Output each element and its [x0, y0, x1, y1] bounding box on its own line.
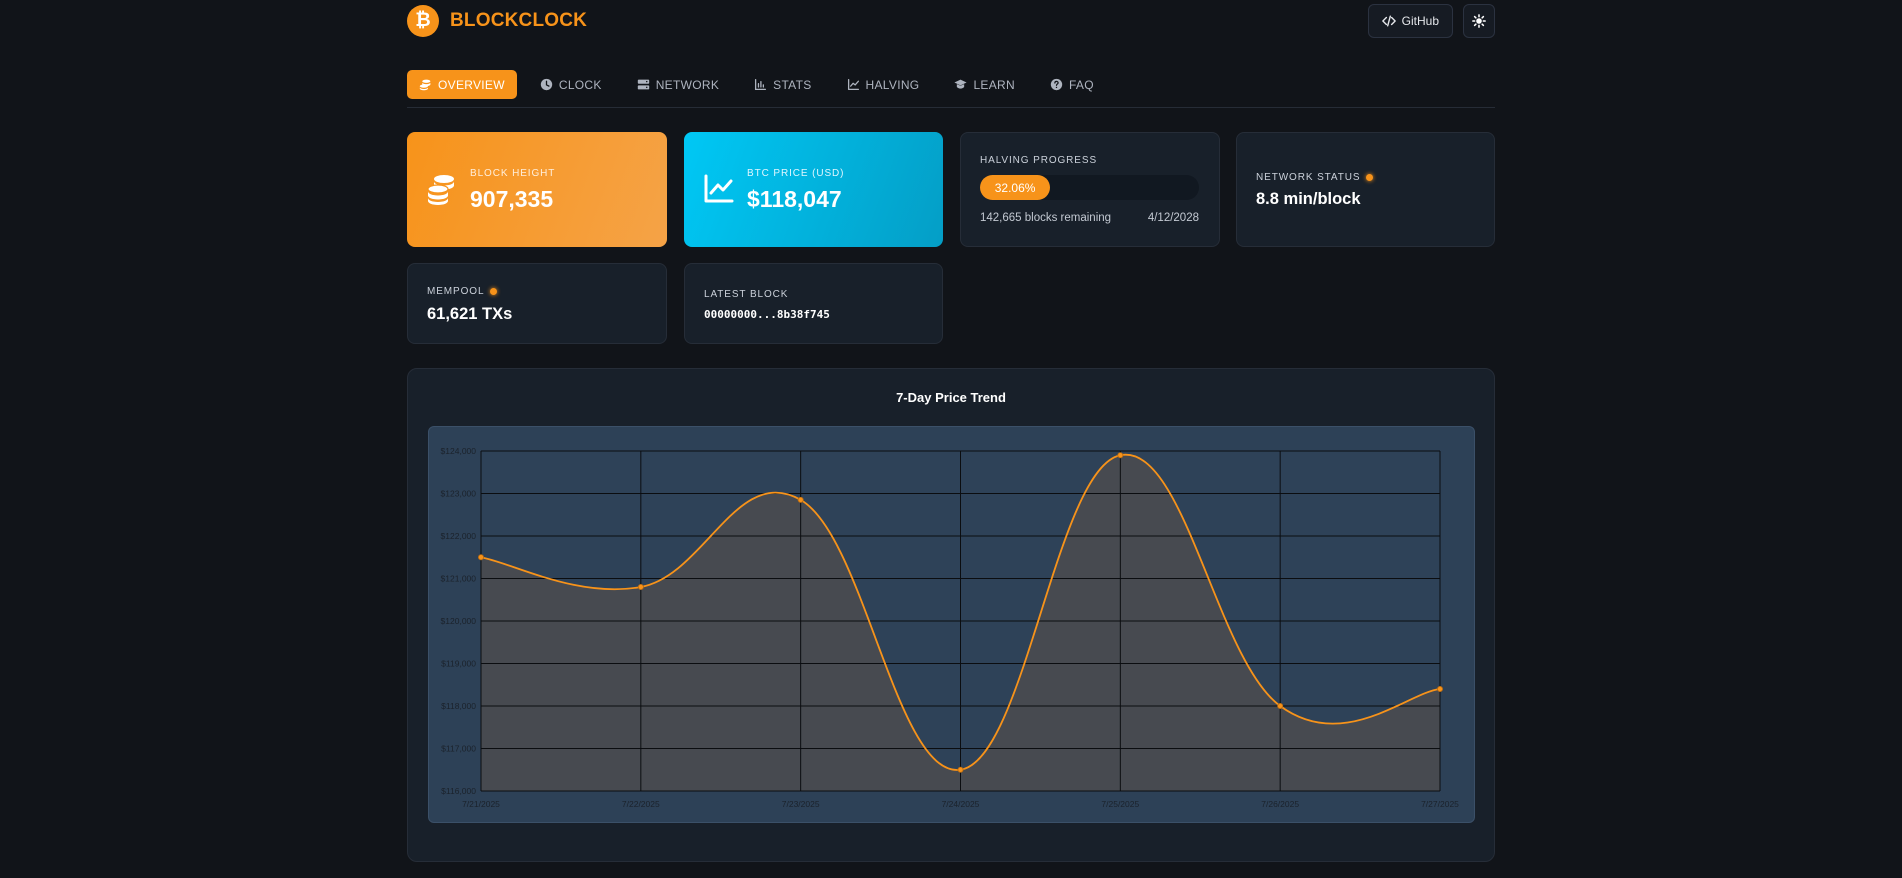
tab-network[interactable]: NETWORK	[625, 70, 731, 99]
price-trend-chart-card: 7-Day Price Trend $116,000 $117,000 $118,0…	[407, 368, 1495, 862]
x-tick-label: 7/25/2025	[1101, 799, 1139, 809]
brand-logo[interactable]: ₿ BLOCKCLOCK	[407, 5, 587, 37]
mempool-header: MEMPOOL	[427, 286, 498, 297]
tab-stats[interactable]: STATS	[742, 70, 823, 99]
coins-icon	[427, 175, 454, 205]
bar-chart-icon	[755, 78, 767, 91]
bitcoin-icon: ₿	[407, 5, 439, 37]
tab-label: LEARN	[973, 77, 1015, 92]
mempool-value: 61,621 TXs	[427, 305, 513, 323]
theme-toggle-button[interactable]	[1463, 4, 1495, 38]
x-tick-label: 7/26/2025	[1261, 799, 1299, 809]
x-tick-label: 7/22/2025	[622, 799, 660, 809]
btc-price-label: BTC PRICE (USD)	[747, 168, 845, 179]
tab-label: FAQ	[1068, 77, 1094, 92]
clock-icon	[540, 78, 553, 91]
y-tick-label: $117,000	[441, 744, 476, 754]
network-status-value: 8.8 min/block	[1256, 190, 1361, 208]
price-point	[797, 496, 804, 503]
line-chart-icon	[704, 174, 734, 203]
halving-label: HALVING PROGRESS	[980, 155, 1098, 166]
x-tick-label: 7/24/2025	[942, 799, 980, 809]
x-tick-label: 7/23/2025	[782, 799, 820, 809]
network-status-label: NETWORK STATUS	[1256, 172, 1361, 183]
mempool-label: MEMPOOL	[427, 286, 485, 297]
y-tick-label: $123,000	[441, 489, 477, 499]
brand-name: BLOCKCLOCK	[450, 10, 588, 31]
halving-progress-fill: 32.06%	[980, 175, 1051, 200]
price-point	[957, 766, 964, 773]
price-point	[1277, 702, 1284, 709]
chart-title: 7-Day Price Trend	[896, 390, 1006, 405]
tab-label: NETWORK	[655, 77, 720, 92]
network-status-card: NETWORK STATUS 8.8 min/block	[1236, 132, 1495, 247]
y-tick-label: $118,000	[441, 701, 476, 711]
price-chart-svg: $116,000 $117,000 $118,000 $119,000 $120,000…	[441, 446, 1460, 809]
network-status-header: NETWORK STATUS	[1256, 172, 1374, 183]
y-tick-label: $116,000	[441, 786, 476, 796]
halving-progress-card: HALVING PROGRESS 32.06% 142,665 blocks r…	[960, 132, 1220, 247]
status-indicator-dot	[490, 287, 498, 295]
app-container: ₿ BLOCKCLOCK GitHub OVERVIEW CLOCK NETWO…	[407, 0, 1495, 862]
price-point	[1437, 685, 1444, 692]
y-tick-label: $122,000	[441, 531, 477, 541]
x-tick-label: 7/21/2025	[462, 799, 500, 809]
price-point	[478, 554, 485, 561]
y-tick-label: $119,000	[441, 659, 476, 669]
tab-label: HALVING	[865, 77, 920, 92]
latest-block-card: LATEST BLOCK 00000000...8b38f745	[684, 263, 943, 344]
mempool-card: MEMPOOL 61,621 TXs	[407, 263, 667, 344]
halving-remaining: 142,665 blocks remaining	[980, 212, 1112, 224]
btc-price-value: $118,047	[747, 186, 842, 212]
latest-block-hash[interactable]: 00000000...8b38f745	[704, 308, 830, 321]
tab-faq[interactable]: FAQ	[1038, 70, 1106, 99]
x-tick-label: 7/27/2025	[1421, 799, 1459, 809]
latest-block-label: LATEST BLOCK	[704, 289, 789, 300]
y-tick-label: $121,000	[441, 574, 477, 584]
halving-progress-bar: 32.06%	[980, 175, 1199, 200]
y-tick-label: $124,000	[441, 446, 477, 456]
tab-halving[interactable]: HALVING	[835, 70, 932, 99]
price-point	[1117, 452, 1124, 459]
tab-clock[interactable]: CLOCK	[528, 70, 614, 99]
tab-label: CLOCK	[558, 77, 602, 92]
top-bar: ₿ BLOCKCLOCK GitHub	[407, 0, 1495, 44]
header-actions: GitHub	[1367, 4, 1495, 38]
tab-overview[interactable]: OVERVIEW	[407, 70, 517, 99]
price-chart: $116,000 $117,000 $118,000 $119,000 $120,000…	[428, 426, 1475, 823]
github-label: GitHub	[1401, 14, 1439, 28]
github-button[interactable]: GitHub	[1367, 4, 1453, 38]
status-indicator-dot	[1366, 173, 1374, 181]
coins-icon	[419, 79, 431, 91]
btc-price-card: BTC PRICE (USD) $118,047	[684, 132, 943, 247]
main-tabs: OVERVIEW CLOCK NETWORK STATS HALVING LEA…	[407, 70, 1495, 108]
server-icon	[637, 79, 649, 90]
price-point	[637, 583, 644, 590]
y-tick-label: $120,000	[441, 616, 477, 626]
line-chart-icon	[847, 78, 859, 91]
tab-label: OVERVIEW	[438, 77, 505, 92]
tab-label: STATS	[773, 77, 812, 92]
code-icon	[1381, 15, 1396, 27]
tab-learn[interactable]: LEARN	[942, 70, 1027, 99]
block-height-label: BLOCK HEIGHT	[470, 168, 556, 179]
sun-icon	[1472, 14, 1486, 28]
block-height-value: 907,335	[470, 186, 554, 212]
halving-date: 4/12/2028	[1147, 212, 1199, 224]
block-height-card: BLOCK HEIGHT 907,335	[407, 132, 667, 247]
graduation-cap-icon	[954, 79, 968, 89]
question-icon	[1050, 78, 1063, 91]
